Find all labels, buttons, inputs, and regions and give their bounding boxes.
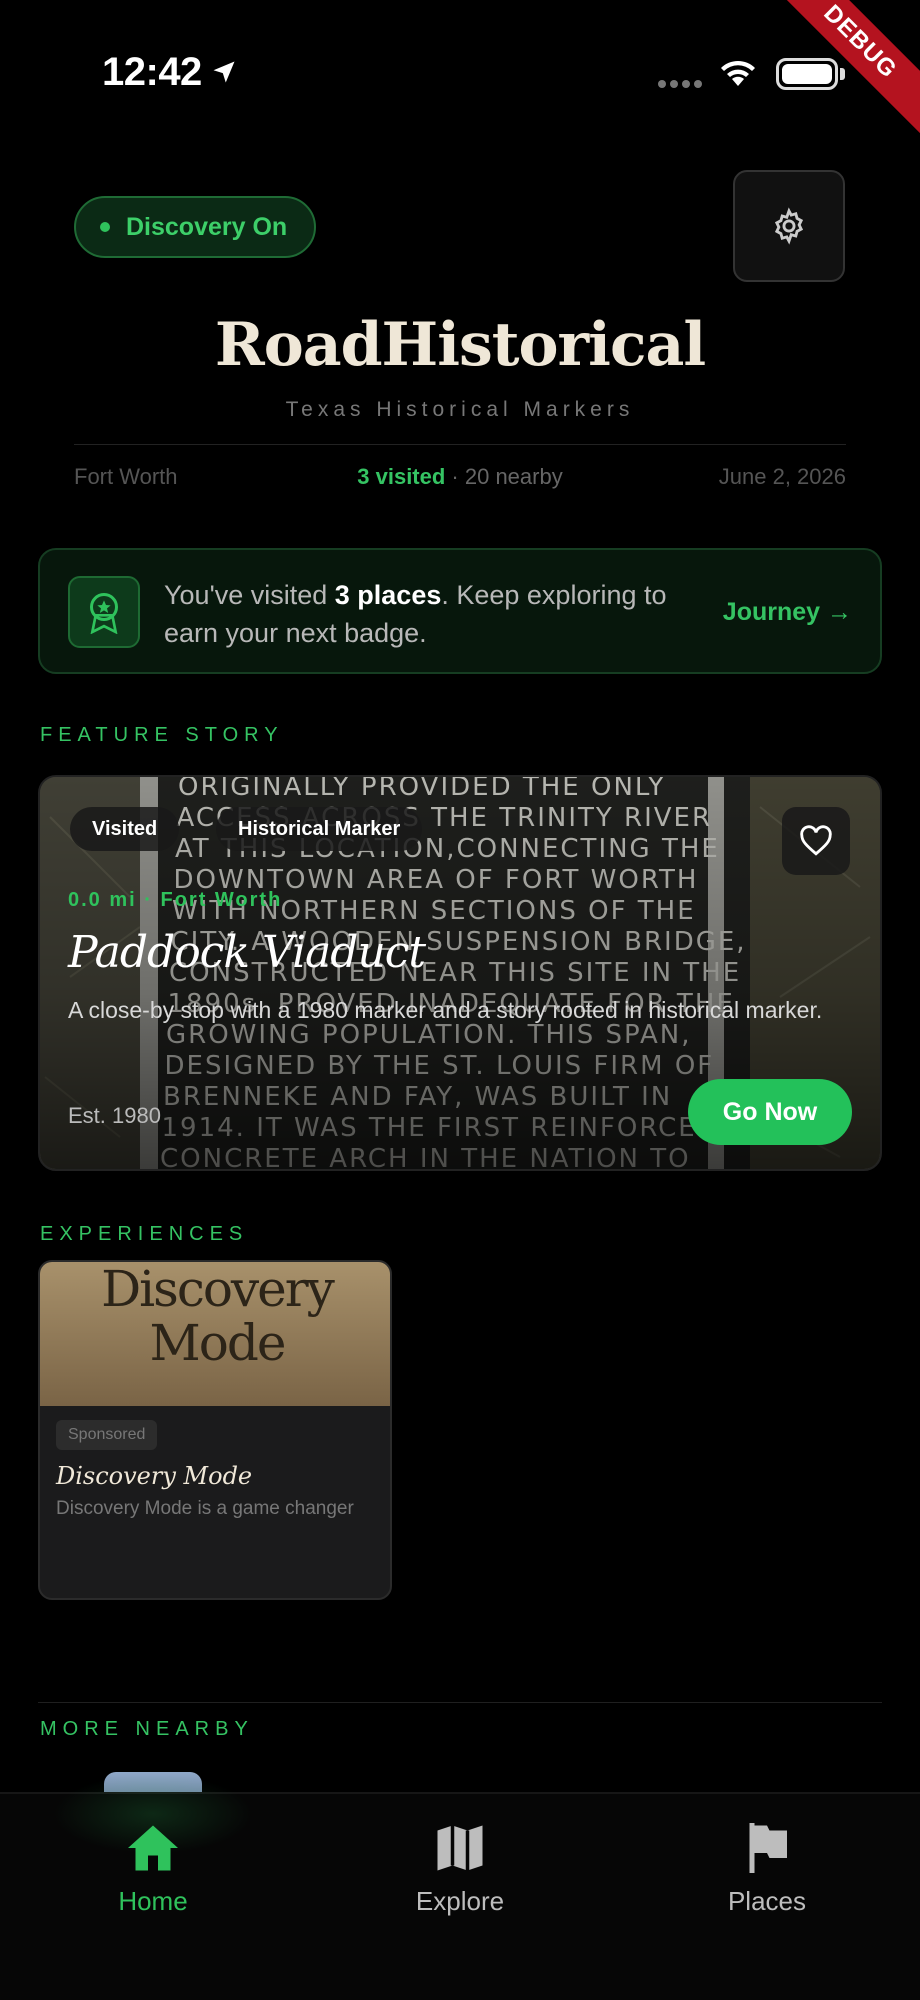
app-subtitle: Texas Historical Markers	[285, 398, 635, 421]
tab-home-label: Home	[118, 1886, 188, 1916]
more-nearby-heading: MORE NEARBY	[40, 1718, 254, 1740]
tab-home[interactable]: Home	[53, 1818, 253, 1917]
location-arrow-icon	[213, 61, 235, 83]
tab-explore-label: Explore	[415, 1886, 505, 1916]
experience-image-line2: Mode	[149, 1314, 287, 1372]
nearby-count: · 20 nearby	[445, 464, 563, 489]
tab-explore[interactable]: Explore	[360, 1818, 560, 1917]
bottom-navigation: Home Explore Places	[0, 1774, 920, 2000]
experience-image-text: Discovery Mode	[40, 1260, 390, 1372]
feature-story-heading: FEATURE STORY	[40, 724, 284, 746]
discovery-toggle-pill[interactable]: Discovery On	[74, 196, 316, 258]
badge-progress-text: You've visited 3 places. Keep exploring …	[164, 576, 704, 652]
experience-title: Discovery Mode	[56, 1462, 253, 1490]
current-date: June 2, 2026	[718, 464, 846, 489]
experience-card[interactable]: Discovery Mode Sponsored Discovery Mode …	[38, 1260, 392, 1600]
home-icon	[128, 1825, 178, 1871]
visited-places-count: 3 places	[334, 580, 442, 610]
more-nearby-divider	[38, 1702, 882, 1703]
feature-established-year: Est. 1980	[68, 1103, 161, 1128]
badge-icon-container	[68, 576, 140, 648]
battery-icon	[776, 58, 838, 90]
experience-image: Discovery Mode	[40, 1260, 390, 1406]
flag-icon	[749, 1823, 787, 1873]
wifi-icon	[721, 60, 755, 86]
status-time: 12:42	[102, 50, 202, 94]
sponsored-badge: Sponsored	[56, 1420, 158, 1450]
badge-progress-banner[interactable]: You've visited 3 places. Keep exploring …	[38, 548, 882, 674]
map-icon	[437, 1825, 483, 1871]
header-divider	[74, 444, 846, 445]
status-dot-icon	[100, 222, 110, 232]
journey-link[interactable]: Journey →	[723, 598, 852, 627]
award-badge-icon	[90, 593, 118, 634]
app-title: RoadHistorical	[214, 310, 706, 380]
status-bar: 12:42	[0, 0, 920, 140]
feature-distance-location: 0.0 mi · Fort Worth	[68, 889, 283, 911]
settings-button[interactable]	[733, 170, 845, 282]
feature-description: A close-by stop with a 1980 marker and a…	[68, 997, 823, 1023]
tab-places-label: Places	[727, 1886, 807, 1916]
experience-description: Discovery Mode is a game changer	[56, 1498, 354, 1519]
heart-icon	[800, 825, 832, 856]
feature-title: Paddock Viaduct	[68, 927, 426, 978]
discovery-label: Discovery On	[126, 212, 288, 241]
category-chip: Historical Marker	[216, 807, 423, 851]
experience-image-line1: Discovery	[101, 1260, 335, 1318]
visited-chip: Visited	[70, 807, 180, 851]
experiences-heading: EXPERIENCES	[40, 1223, 249, 1245]
visited-count: 3 visited	[357, 464, 446, 489]
go-now-button[interactable]: Go Now	[688, 1079, 852, 1145]
battery-tip	[840, 68, 845, 80]
favorite-button[interactable]	[782, 807, 850, 875]
feature-story-card[interactable]: ORIGINALLY PROVIDED THE ONLYACCESS ACROS…	[38, 775, 882, 1171]
cellular-signal-icon	[658, 80, 702, 88]
gear-icon	[774, 207, 804, 245]
tab-places[interactable]: Places	[667, 1818, 867, 1917]
badge-text-before: You've visited	[164, 580, 335, 610]
